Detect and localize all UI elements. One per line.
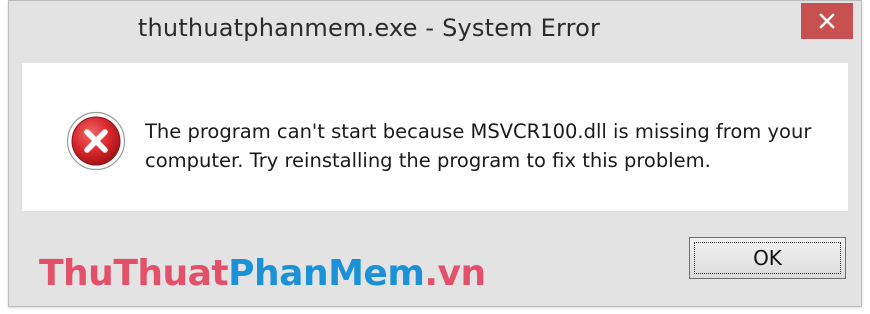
ok-button-label: OK bbox=[753, 246, 782, 270]
ok-button[interactable]: OK bbox=[689, 237, 846, 279]
dialog-content: The program can't start because MSVCR100… bbox=[22, 63, 848, 211]
error-icon bbox=[66, 111, 126, 171]
watermark-part-2: PhanMem bbox=[228, 253, 425, 294]
watermark-logo: ThuThuatPhanMem.vn bbox=[39, 253, 486, 294]
error-message: The program can't start because MSVCR100… bbox=[145, 117, 835, 175]
error-message-line-2: computer. Try reinstalling the program t… bbox=[145, 149, 711, 172]
error-dialog: thuthuatphanmem.exe - System Error The p… bbox=[8, 0, 862, 307]
close-icon bbox=[819, 13, 835, 29]
watermark-part-1: ThuThuat bbox=[39, 253, 229, 294]
error-message-line-1: The program can't start because MSVCR100… bbox=[145, 120, 812, 143]
watermark-part-3: .vn bbox=[424, 253, 486, 294]
dialog-title: thuthuatphanmem.exe - System Error bbox=[137, 14, 601, 42]
close-button[interactable] bbox=[801, 3, 853, 39]
